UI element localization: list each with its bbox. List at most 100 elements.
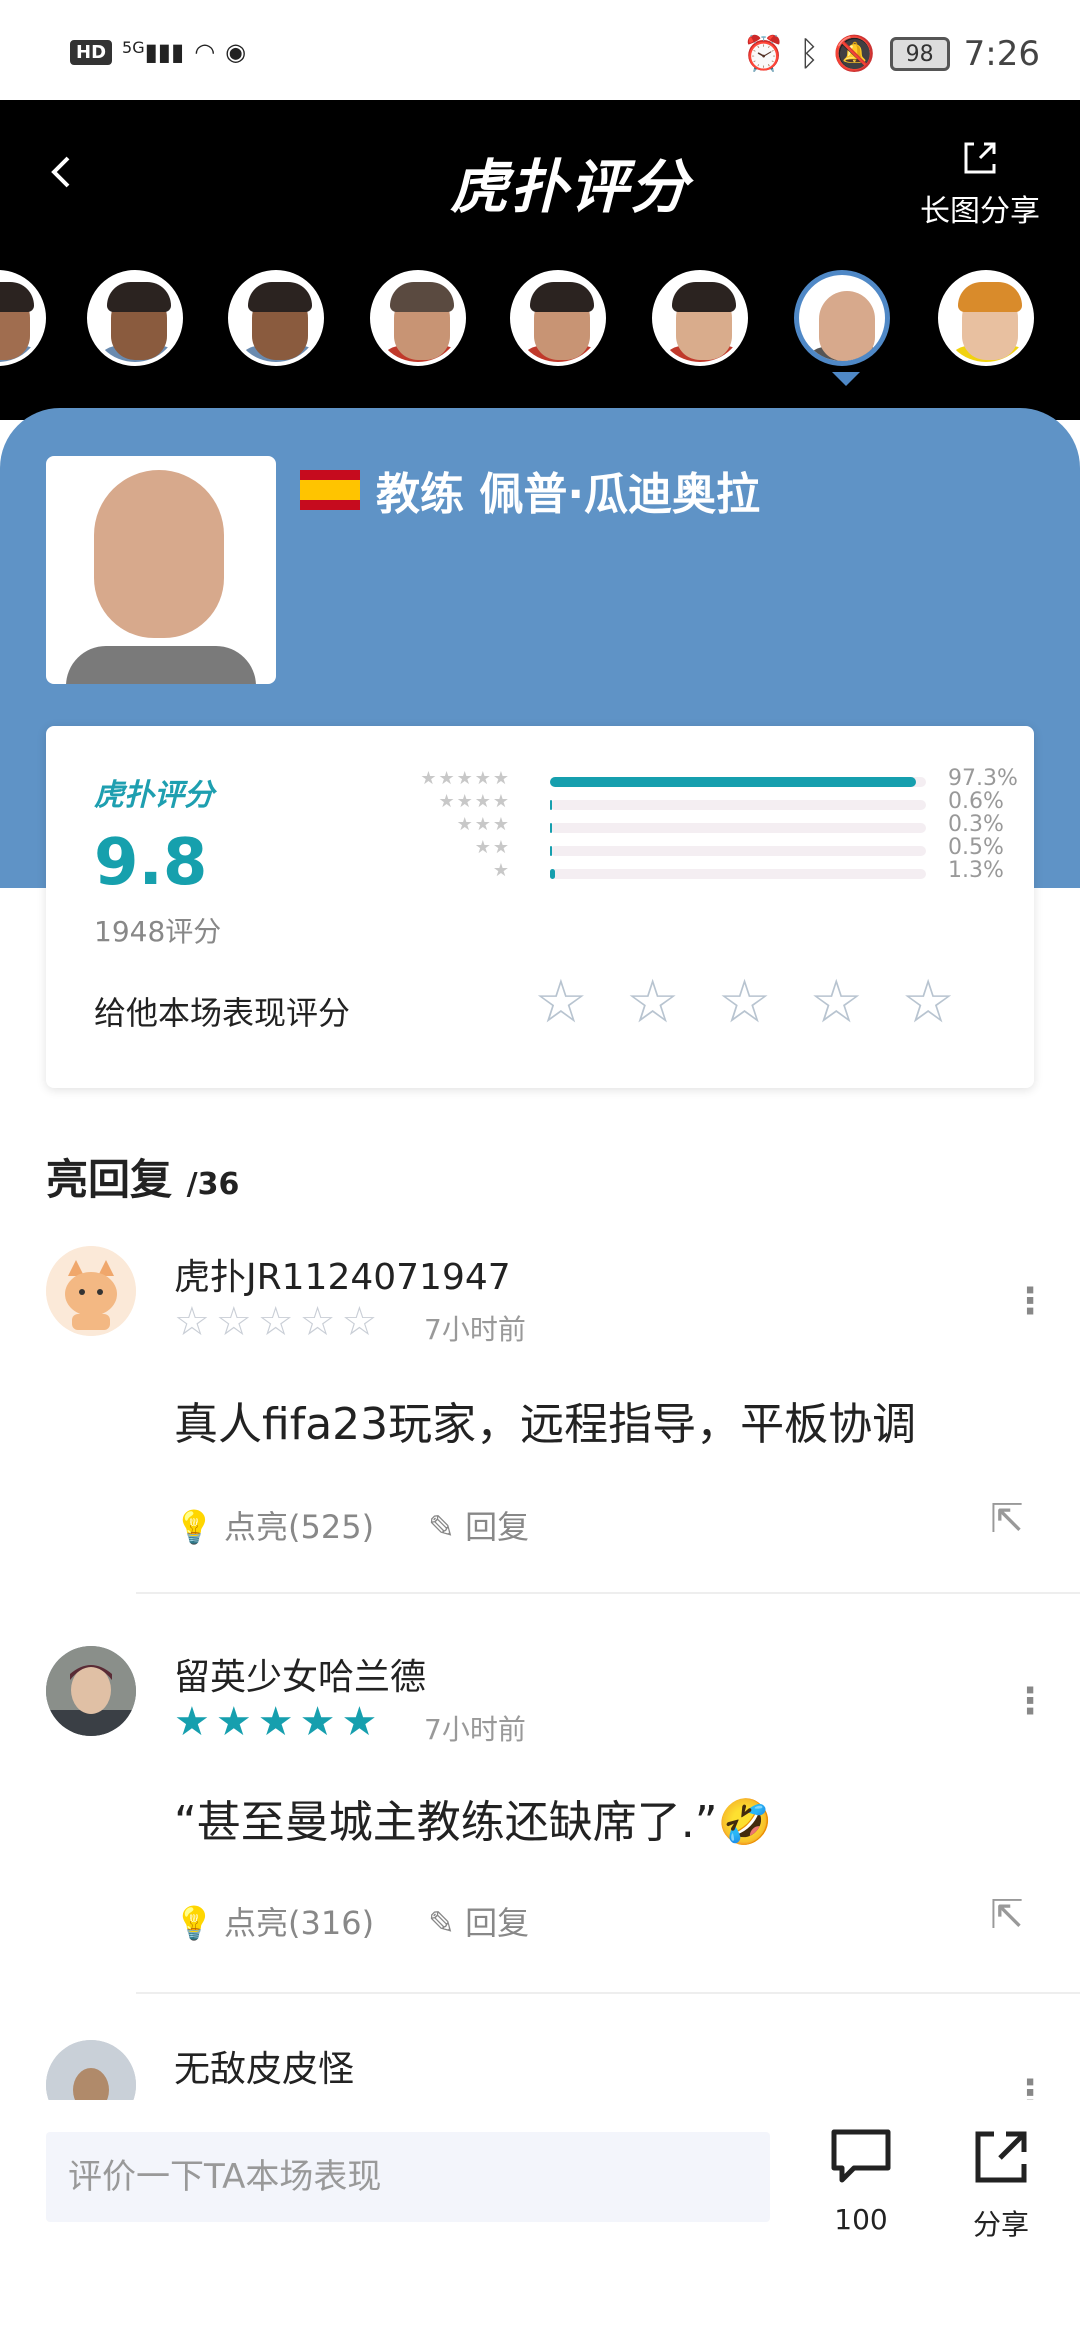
rating-count: 1948评分	[94, 915, 222, 948]
star-icon: ☆	[257, 1299, 294, 1345]
referee-avatar[interactable]	[938, 270, 1034, 366]
rating-percent: 1.3%	[948, 858, 1004, 883]
reply-button[interactable]: ✎ 回复	[428, 1898, 529, 1944]
coach-photo	[46, 456, 276, 684]
star-icon: ★	[299, 1699, 336, 1745]
divider	[136, 1992, 1080, 1994]
stars-icon: ★★★★★	[420, 768, 511, 789]
light-up-button[interactable]: 💡 点亮(316)	[174, 1898, 374, 1944]
player-avatar[interactable]	[510, 270, 606, 366]
player-avatar[interactable]	[228, 270, 324, 366]
comment-item: 虎扑JR1124071947 ☆ ☆ ☆ ☆ ☆ 7小时前 ⋮ 真人fifa23玩家，远…	[0, 1240, 1080, 1600]
player-avatar[interactable]	[370, 270, 466, 366]
comment-time: 7小时前	[424, 1313, 526, 1346]
rating-bar	[550, 800, 553, 810]
comment-item: 无敌皮皮怪 ⋮	[0, 2036, 1080, 2106]
star-icon: ★	[174, 1699, 210, 1745]
rating-score: 9.8	[94, 826, 208, 900]
status-bar: HD 5G▮▮▮ ◠ ◉ ⏰ ᛒ 🔕 98 7:26	[0, 0, 1080, 100]
star-icon: ☆	[341, 1299, 378, 1345]
user-avatar[interactable]	[46, 2040, 136, 2106]
status-left: HD 5G▮▮▮ ◠ ◉	[70, 38, 246, 66]
star-icon: ☆	[215, 1299, 252, 1345]
wifi-icon: ◠	[194, 38, 216, 66]
signal-icon: 5G▮▮▮	[122, 38, 185, 66]
rating-card: 虎扑评分 9.8 1948评分 ★★★★★ 97.3% ★★★★ 0.6% ★★…	[46, 726, 1034, 1088]
coach-name: 教练 佩普·瓜迪奥拉	[376, 469, 761, 520]
comment-bubble-icon	[806, 2128, 916, 2197]
cat-avatar-icon	[46, 1246, 136, 1336]
rating-percent: 0.3%	[948, 812, 1004, 837]
username[interactable]: 虎扑JR1124071947	[174, 1248, 511, 1300]
player-avatar-selected[interactable]	[794, 270, 890, 366]
battery-icon: 98	[889, 37, 950, 71]
star-icon-1[interactable]: ☆	[534, 972, 588, 1032]
app-logo: 虎扑评分	[450, 153, 691, 221]
selected-indicator	[832, 372, 860, 386]
mute-icon: 🔕	[833, 34, 876, 74]
rating-percent: 97.3%	[948, 766, 1018, 791]
share-comment-icon[interactable]: ⇱	[990, 1892, 1024, 1938]
edit-icon: ✎	[428, 1508, 455, 1546]
share-comment-icon[interactable]: ⇱	[990, 1496, 1024, 1542]
alarm-icon: ⏰	[742, 34, 785, 74]
share-button[interactable]: 分享	[946, 2128, 1056, 2243]
stars-icon: ★★★	[456, 814, 511, 835]
share-icon	[964, 142, 996, 174]
user-rating-stars: ★ ★ ★ ★ ★	[174, 1702, 377, 1742]
lightbulb-icon: 💡	[174, 1904, 214, 1942]
clock: 7:26	[963, 34, 1040, 74]
rating-percent: 0.5%	[948, 835, 1004, 860]
stars-icon: ★★★★	[438, 791, 511, 812]
person-avatar-icon	[46, 2040, 136, 2106]
player-avatar-strip[interactable]	[0, 270, 1080, 390]
star-icon-4[interactable]: ☆	[809, 972, 863, 1032]
star-icon-3[interactable]: ☆	[718, 972, 772, 1032]
comment-time: 7小时前	[424, 1713, 526, 1746]
share-label: 分享	[972, 2208, 1029, 2241]
star-icon: ★	[257, 1699, 294, 1745]
username[interactable]: 留英少女哈兰德	[174, 1648, 426, 1700]
person-avatar-icon	[46, 1646, 136, 1736]
player-avatar[interactable]	[87, 270, 183, 366]
section-count: /36	[186, 1167, 240, 1202]
more-options-icon[interactable]: ⋮	[1012, 1284, 1048, 1320]
stars-icon: ★	[492, 860, 511, 881]
back-arrow-icon[interactable]	[42, 152, 82, 192]
reply-button[interactable]: ✎ 回复	[428, 1502, 529, 1548]
comment-count: 100	[834, 2203, 888, 2236]
share-label: 长图分享	[920, 194, 1040, 229]
user-avatar[interactable]	[46, 1646, 136, 1736]
edit-icon: ✎	[428, 1904, 455, 1942]
more-options-icon[interactable]: ⋮	[1012, 1684, 1048, 1720]
comments-button[interactable]: 100	[806, 2128, 916, 2236]
player-avatar[interactable]	[652, 270, 748, 366]
share-icon	[946, 2128, 1056, 2197]
star-icon: ★	[215, 1699, 252, 1745]
star-icon: ☆	[174, 1299, 210, 1345]
rate-prompt: 给他本场表现评分	[94, 994, 351, 1032]
comment-actions: 💡 点亮(316) ✎ 回复	[174, 1898, 529, 1944]
star-icon-2[interactable]: ☆	[626, 972, 680, 1032]
comment-text: “甚至曼城主教练还缺席了.”🤣	[174, 1797, 773, 1848]
status-right: ⏰ ᛒ 🔕 98 7:26	[743, 34, 1040, 74]
lightbulb-icon: 💡	[174, 1508, 214, 1546]
rating-bar	[550, 823, 553, 833]
rating-logo: 虎扑评分	[94, 778, 214, 813]
comment-text: 真人fifa23玩家，远程指导，平板协调	[174, 1399, 917, 1450]
username[interactable]: 无敌皮皮怪	[174, 2040, 354, 2092]
long-image-share-button[interactable]: 长图分享	[900, 138, 1060, 230]
star-icon: ★	[341, 1699, 378, 1745]
spain-flag-icon	[300, 470, 360, 510]
comment-actions: 💡 点亮(525) ✎ 回复	[174, 1502, 529, 1548]
player-avatar[interactable]	[0, 270, 46, 366]
rating-comment-input[interactable]: 评价一下TA本场表现	[46, 2132, 770, 2222]
star-icon-5[interactable]: ☆	[901, 972, 955, 1032]
replies-section-title: 亮回复 /36	[46, 1146, 239, 1207]
hd-badge: HD	[70, 39, 113, 65]
rate-stars[interactable]: ☆ ☆ ☆ ☆ ☆	[534, 972, 955, 1032]
user-avatar[interactable]	[46, 1246, 136, 1336]
light-up-button[interactable]: 💡 点亮(525)	[174, 1502, 374, 1548]
section-title: 亮回复	[46, 1155, 173, 1204]
rating-bar	[550, 777, 916, 787]
